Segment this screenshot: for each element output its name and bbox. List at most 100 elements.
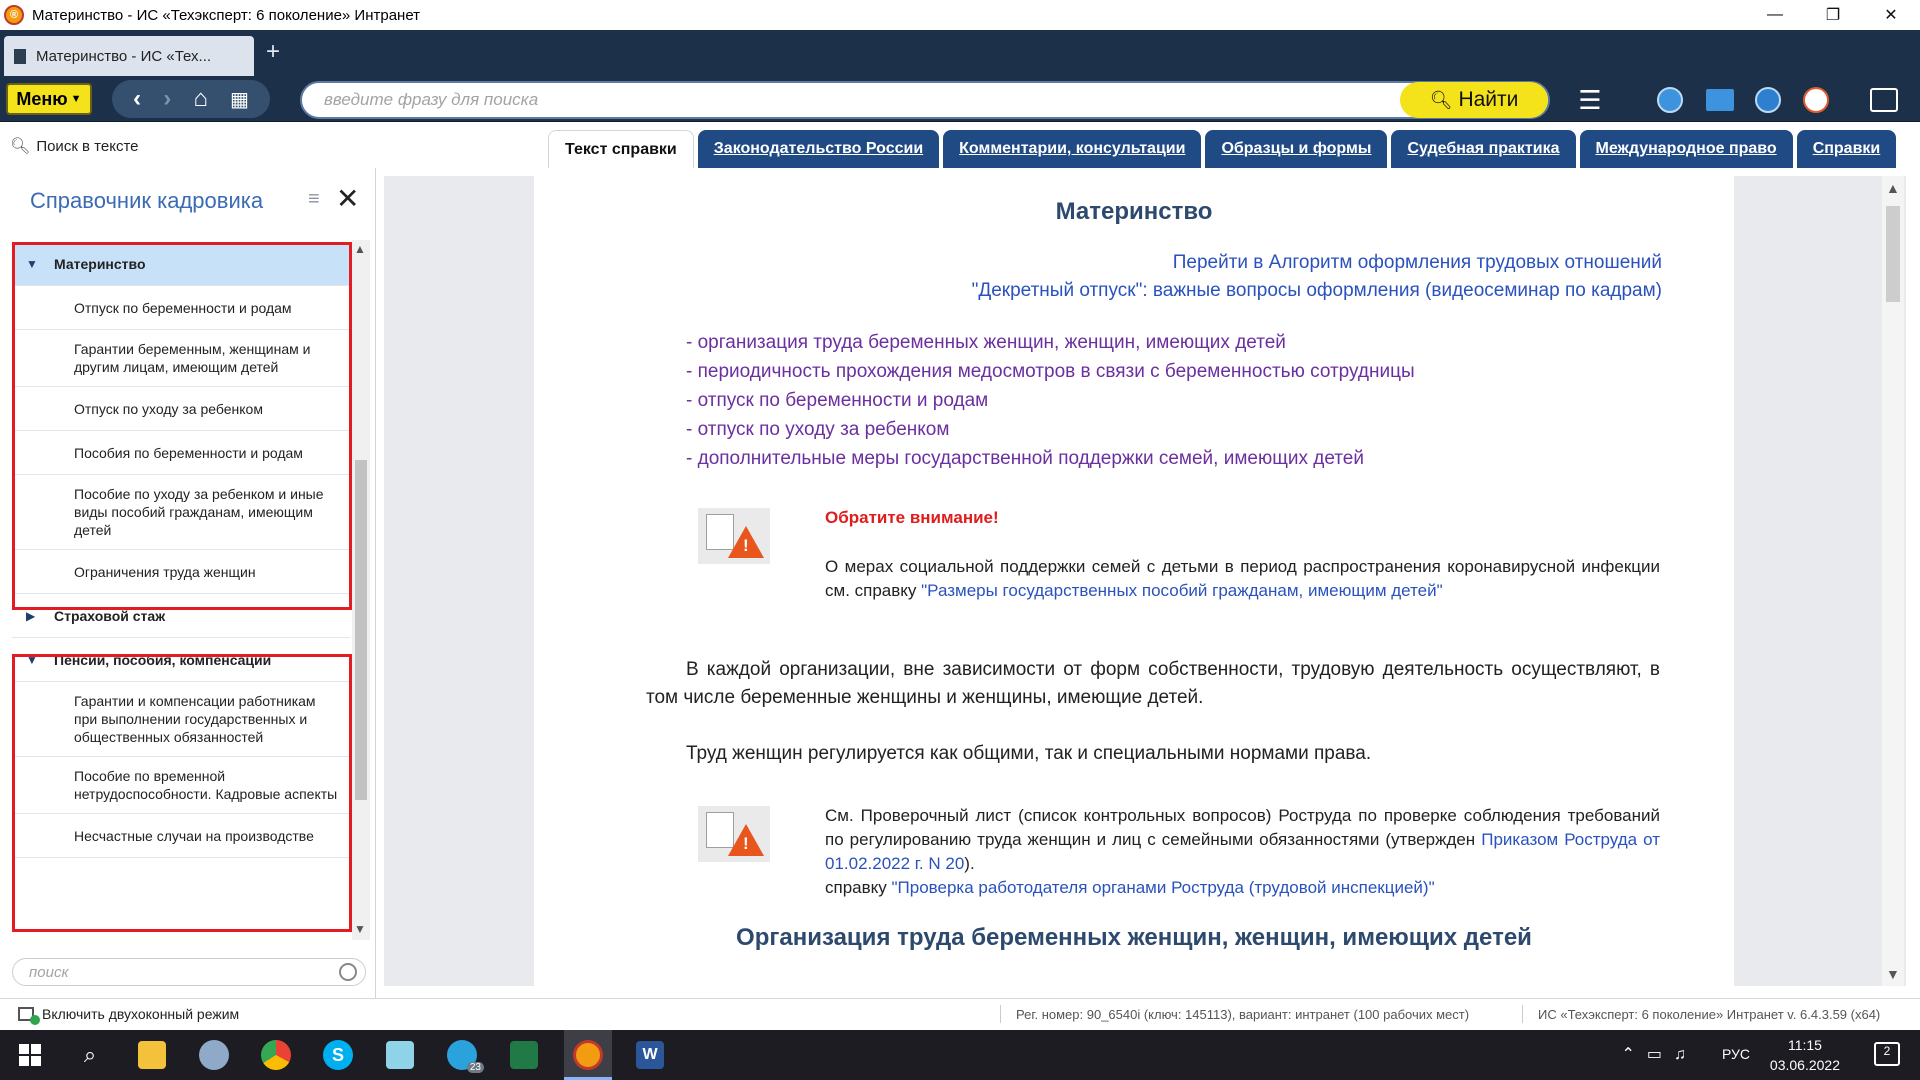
toc-item[interactable]: - дополнительные меры государственной по…	[686, 444, 1415, 473]
two-window-label: Включить двухоконный режим	[42, 1006, 240, 1022]
tray-icons[interactable]: ⌃▭♫	[1621, 1044, 1698, 1064]
messages-icon[interactable]	[1868, 84, 1900, 116]
version-info: ИС «Техэксперт: 6 поколение» Интранет v.…	[1538, 1007, 1881, 1022]
tab-court-practice[interactable]: Судебная практика	[1391, 130, 1576, 168]
status-divider	[1522, 1005, 1523, 1023]
content-tabs: Текст справки Законодательство России Ко…	[548, 130, 1900, 168]
close-window-button[interactable]: ✕	[1862, 0, 1920, 30]
clock-time: 11:15	[1787, 1037, 1822, 1053]
attention-heading: Обратите внимание!	[825, 508, 999, 527]
scroll-up-icon[interactable]: ▲	[354, 242, 366, 256]
clock[interactable]: 11:15 03.06.2022	[1770, 1035, 1840, 1075]
system-tray: ⌃▭♫ РУС 11:15 03.06.2022 2	[1540, 1030, 1920, 1080]
telegram-badge: 23	[466, 1062, 484, 1073]
title-bar: ® Материнство - ИС «Техэксперт: 6 поколе…	[0, 0, 1920, 30]
paragraph-1: В каждой организации, вне зависимости от…	[646, 659, 1660, 708]
word-icon[interactable]: W	[632, 1037, 668, 1073]
scroll-down-icon[interactable]: ▼	[1886, 966, 1900, 982]
scroll-up-icon[interactable]: ▲	[1886, 180, 1900, 196]
browser-tab[interactable]: Материнство - ИС «Тех...	[4, 36, 254, 76]
two-window-icon	[18, 1007, 40, 1025]
notes-app-icon[interactable]	[382, 1037, 418, 1073]
hamburger-icon[interactable]: ☰	[1574, 84, 1606, 116]
home-icon[interactable]: ⌂	[193, 85, 208, 113]
toc-item[interactable]: - отпуск по беременности и родам	[686, 386, 1415, 415]
tab-forms[interactable]: Образцы и формы	[1205, 130, 1388, 168]
search-in-text-label: Поиск в тексте	[36, 137, 139, 155]
list-icon[interactable]: ≡	[308, 188, 320, 211]
excel-settings-icon[interactable]	[506, 1037, 542, 1073]
techexpert-app-icon[interactable]	[570, 1037, 606, 1073]
search-in-text[interactable]: 🔍︎ Поиск в тексте	[10, 134, 139, 158]
find-button[interactable]: 🔍︎ Найти	[1400, 82, 1548, 118]
paragraph-2: Труд женщин регулируется как общими, так…	[686, 743, 1372, 764]
main-search-box	[300, 81, 1550, 119]
tab-international-law[interactable]: Международное право	[1579, 130, 1793, 168]
menu-button-label: Меню	[16, 88, 68, 109]
toc-item[interactable]: - организация труда беременных женщин, ж…	[686, 328, 1415, 357]
search-icon: 🔍︎	[10, 138, 31, 155]
tab-references[interactable]: Справки	[1796, 130, 1897, 168]
vpn-client-icon[interactable]	[196, 1037, 232, 1073]
file-explorer-icon[interactable]	[134, 1037, 170, 1073]
find-button-label: Найти	[1458, 88, 1519, 111]
chrome-icon[interactable]	[258, 1037, 294, 1073]
back-arrow-icon[interactable]: ‹	[133, 85, 141, 113]
minimize-button[interactable]: —	[1746, 0, 1804, 30]
language-indicator[interactable]: РУС	[1722, 1046, 1750, 1062]
sidebar-search-box	[12, 958, 366, 986]
clock-date: 03.06.2022	[1769, 1057, 1840, 1073]
apps-grid-icon[interactable]: ▦	[230, 87, 249, 112]
status-divider	[1000, 1005, 1001, 1023]
toc-item[interactable]: - отпуск по уходу за ребенком	[686, 415, 1415, 444]
forward-arrow-icon[interactable]: ›	[163, 85, 171, 113]
state-benefits-link[interactable]: "Размеры государственных пособий граждан…	[921, 581, 1443, 600]
folder-icon[interactable]	[1704, 84, 1736, 116]
registration-info: Рег. номер: 90_6540i (ключ: 145113), вар…	[1016, 1007, 1470, 1022]
chevron-down-icon: ▼	[70, 93, 82, 105]
windows-taskbar: ⌕ S 23 W ⌃▭♫ РУС 11:15 03.06.2022 2	[0, 1030, 1920, 1080]
window-controls: — ❐ ✕	[1746, 0, 1920, 30]
notifications-icon[interactable]: 2	[1874, 1042, 1900, 1066]
app-logo-icon: ®	[4, 5, 24, 25]
employer-inspection-link[interactable]: "Проверка работодателя органами Роструда…	[892, 878, 1435, 897]
main-toolbar: Меню ▼ ‹ › ⌂ ▦ 🔍︎ Найти ☰	[0, 78, 1920, 122]
two-window-mode-toggle[interactable]: Включить двухоконный режим	[18, 1006, 240, 1025]
warning-document-icon: !	[698, 508, 770, 564]
note-support-measures: О мерах социальной поддержки семей с дет…	[825, 557, 1660, 600]
clear-search-icon[interactable]	[339, 963, 357, 981]
document-scroll-thumb[interactable]	[1886, 206, 1900, 302]
user-icon[interactable]	[1654, 84, 1686, 116]
new-tab-button[interactable]: +	[266, 38, 280, 66]
toc-item[interactable]: - периодичность прохождения медосмотров …	[686, 357, 1415, 386]
menu-button[interactable]: Меню ▼	[6, 83, 92, 115]
warning-document-icon: !	[698, 806, 770, 862]
close-icon[interactable]: ✕	[336, 182, 359, 215]
search-icon: 🔍︎	[1429, 89, 1453, 110]
sidebar-search-input[interactable]	[29, 963, 309, 981]
restore-button[interactable]: ❐	[1804, 0, 1862, 30]
video-seminar-link[interactable]: "Декретный отпуск": важные вопросы оформ…	[972, 280, 1662, 302]
browser-tab-label: Материнство - ИС «Тех...	[36, 47, 212, 65]
highlight-box	[12, 654, 352, 932]
status-bar: Включить двухоконный режим Рег. номер: 9…	[0, 998, 1920, 1030]
skype-icon[interactable]: S	[320, 1037, 356, 1073]
windows-start-icon[interactable]	[12, 1037, 48, 1073]
clock-icon[interactable]	[1752, 84, 1784, 116]
tab-legislation[interactable]: Законодательство России	[697, 130, 940, 168]
scroll-down-icon[interactable]: ▼	[354, 922, 366, 936]
document-scrollbar[interactable]: ▲ ▼	[1882, 176, 1904, 986]
tab-comments[interactable]: Комментарии, консультации	[943, 130, 1202, 168]
document-title: Материнство	[1055, 198, 1213, 225]
algorithm-link[interactable]: Перейти в Алгоритм оформления трудовых о…	[1173, 252, 1662, 274]
sidebar-scroll-thumb[interactable]	[355, 460, 367, 800]
stopwatch-icon[interactable]	[1800, 84, 1832, 116]
search-icon[interactable]: ⌕	[72, 1037, 108, 1073]
tab-reference-text[interactable]: Текст справки	[548, 130, 694, 168]
sidebar-title: Справочник кадровика	[30, 188, 264, 213]
telegram-icon[interactable]: 23	[444, 1037, 484, 1073]
sidebar-scrollbar[interactable]: ▲ ▼	[352, 240, 370, 940]
note-checklist: См. Проверочный лист (список контрольных…	[825, 806, 1660, 897]
sidebar: Справочник кадровика ≡ ✕ ▼ Материнство О…	[0, 168, 376, 998]
main-search-input[interactable]	[324, 90, 1324, 110]
